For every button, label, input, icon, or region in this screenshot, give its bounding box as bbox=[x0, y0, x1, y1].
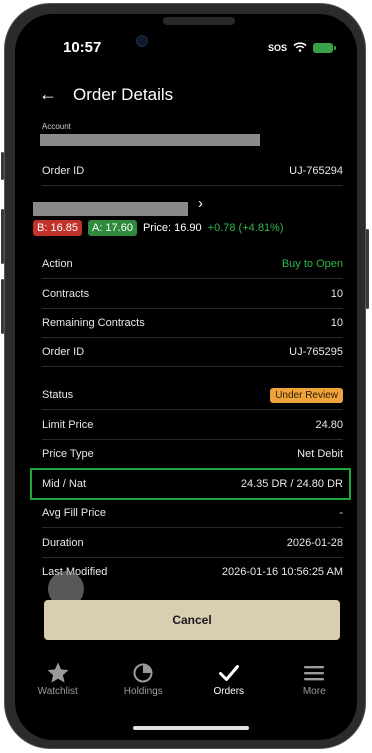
detail-row-avg-fill: Avg Fill Price - bbox=[42, 499, 343, 528]
detail-row-price-type: Price Type Net Debit bbox=[42, 440, 343, 469]
detail-row-last-modified: Last Modified 2026-01-16 10:56:25 AM bbox=[42, 558, 343, 586]
detail-label: Order ID bbox=[42, 346, 85, 358]
wifi-icon bbox=[293, 39, 307, 57]
status-time: 10:57 bbox=[63, 39, 102, 56]
order-id-top-label: Order ID bbox=[42, 165, 85, 177]
tab-label: Orders bbox=[213, 686, 245, 697]
order-id-top-row: Order ID UJ-765294 bbox=[42, 157, 343, 186]
battery-icon bbox=[313, 43, 336, 53]
back-arrow-icon[interactable]: ← bbox=[39, 84, 57, 105]
volume-down-button bbox=[1, 279, 4, 334]
tab-holdings[interactable]: Holdings bbox=[108, 660, 178, 697]
app-screen: 10:57 SOS ← Order Details Account Order … bbox=[15, 14, 357, 740]
detail-label: Limit Price bbox=[42, 419, 94, 431]
price-text: Price: 16.90 bbox=[142, 222, 202, 234]
detail-label: Avg Fill Price bbox=[42, 507, 106, 519]
price-change: +0.78 (+4.81%) bbox=[207, 222, 284, 234]
cancel-button[interactable]: Cancel bbox=[44, 600, 340, 640]
detail-label: Contracts bbox=[42, 288, 90, 300]
detail-row-limit-price: Limit Price 24.80 bbox=[42, 411, 343, 440]
detail-label: Duration bbox=[42, 537, 84, 549]
status-icons: SOS bbox=[267, 39, 336, 57]
detail-label: Price Type bbox=[42, 448, 94, 460]
account-label: Account bbox=[42, 122, 71, 131]
detail-label: Action bbox=[42, 258, 73, 270]
tab-more[interactable]: More bbox=[279, 660, 349, 697]
header: ← Order Details bbox=[39, 84, 173, 105]
detail-value: 10 bbox=[330, 317, 343, 329]
chevron-right-icon[interactable]: › bbox=[198, 195, 203, 212]
detail-row-contracts: Contracts 10 bbox=[42, 280, 343, 309]
detail-value: - bbox=[339, 507, 343, 519]
pie-chart-icon bbox=[108, 660, 178, 686]
detail-row-action: Action Buy to Open bbox=[42, 250, 343, 279]
phone-frame: 10:57 SOS ← Order Details Account Order … bbox=[1, 3, 369, 749]
mid-nat-highlight-box bbox=[30, 468, 351, 500]
detail-value: UJ-765295 bbox=[289, 346, 343, 358]
quote-row: B: 16.85 A: 17.60 Price: 16.90 +0.78 (+4… bbox=[33, 220, 284, 236]
mute-switch bbox=[1, 152, 4, 180]
checkmark-icon bbox=[194, 660, 264, 686]
page-title: Order Details bbox=[73, 84, 174, 104]
tab-label: More bbox=[302, 686, 326, 697]
status-badge: Under Review bbox=[270, 387, 343, 403]
power-button bbox=[366, 229, 369, 309]
star-icon bbox=[23, 660, 93, 686]
order-id-top-value: UJ-765294 bbox=[289, 165, 343, 177]
detail-row-order-id: Order ID UJ-765295 bbox=[42, 338, 343, 367]
account-redaction bbox=[40, 134, 260, 146]
sos-indicator: SOS bbox=[267, 43, 287, 53]
ask-badge: A: 17.60 bbox=[87, 220, 137, 236]
tab-watchlist[interactable]: Watchlist bbox=[23, 660, 93, 697]
symbol-redaction[interactable] bbox=[33, 202, 188, 216]
bid-badge: B: 16.85 bbox=[33, 220, 82, 236]
detail-value: 2026-01-28 bbox=[286, 537, 343, 549]
detail-value: 24.80 bbox=[315, 419, 343, 431]
menu-icon bbox=[279, 660, 349, 686]
tab-label: Holdings bbox=[123, 686, 163, 697]
detail-label: Status bbox=[42, 389, 74, 401]
bottom-tab-bar: Watchlist Holdings Orders More bbox=[15, 660, 357, 714]
detail-row-duration: Duration 2026-01-28 bbox=[42, 529, 343, 558]
detail-value: Buy to Open bbox=[281, 258, 343, 270]
tab-orders[interactable]: Orders bbox=[194, 660, 264, 697]
front-camera bbox=[136, 35, 148, 47]
detail-row-remaining: Remaining Contracts 10 bbox=[42, 309, 343, 338]
speaker-notch bbox=[163, 17, 235, 25]
home-indicator[interactable] bbox=[133, 726, 249, 730]
detail-row-status: Status Under Review bbox=[42, 381, 343, 410]
tab-label: Watchlist bbox=[37, 686, 78, 697]
detail-value: 10 bbox=[330, 288, 343, 300]
detail-label: Remaining Contracts bbox=[42, 317, 145, 329]
volume-up-button bbox=[1, 209, 4, 264]
detail-value: Net Debit bbox=[297, 448, 343, 460]
detail-value: 2026-01-16 10:56:25 AM bbox=[221, 566, 343, 578]
